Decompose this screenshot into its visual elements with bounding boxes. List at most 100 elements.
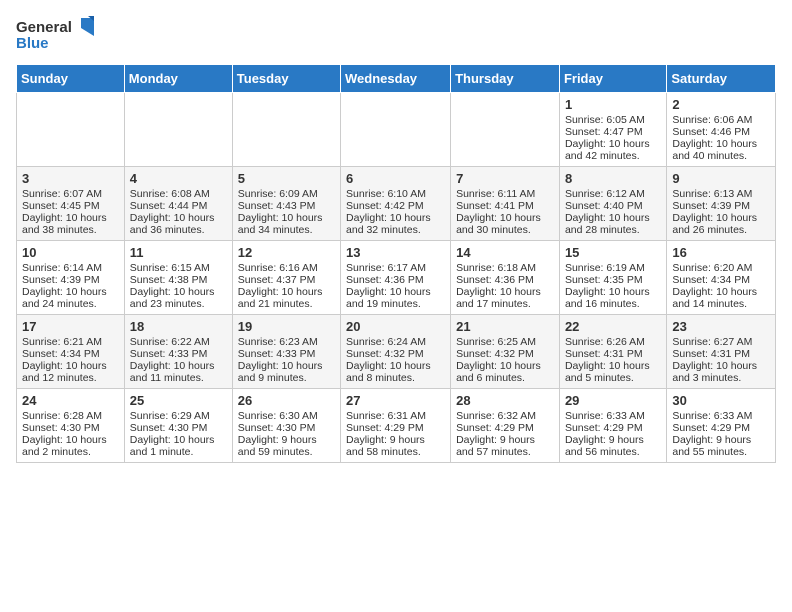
day-info: Sunset: 4:43 PM: [238, 200, 335, 212]
day-info: Daylight: 9 hours and 56 minutes.: [565, 434, 661, 458]
weekday-header-saturday: Saturday: [667, 65, 776, 93]
day-info: Daylight: 10 hours and 17 minutes.: [456, 286, 554, 310]
calendar-cell: [232, 93, 340, 167]
day-info: Sunrise: 6:06 AM: [672, 114, 770, 126]
calendar-cell: 19Sunrise: 6:23 AMSunset: 4:33 PMDayligh…: [232, 315, 340, 389]
day-info: Sunset: 4:46 PM: [672, 126, 770, 138]
day-info: Sunset: 4:39 PM: [672, 200, 770, 212]
day-info: Sunrise: 6:22 AM: [130, 336, 227, 348]
calendar-cell: 29Sunrise: 6:33 AMSunset: 4:29 PMDayligh…: [559, 389, 666, 463]
day-number: 1: [565, 97, 661, 112]
day-info: Sunset: 4:29 PM: [672, 422, 770, 434]
day-info: Sunset: 4:32 PM: [456, 348, 554, 360]
day-info: Daylight: 10 hours and 24 minutes.: [22, 286, 119, 310]
day-number: 22: [565, 319, 661, 334]
day-info: Daylight: 10 hours and 40 minutes.: [672, 138, 770, 162]
day-info: Sunset: 4:34 PM: [22, 348, 119, 360]
day-number: 4: [130, 171, 227, 186]
day-number: 11: [130, 245, 227, 260]
day-number: 18: [130, 319, 227, 334]
day-number: 13: [346, 245, 445, 260]
day-number: 6: [346, 171, 445, 186]
calendar-cell: 21Sunrise: 6:25 AMSunset: 4:32 PMDayligh…: [451, 315, 560, 389]
day-info: Sunrise: 6:28 AM: [22, 410, 119, 422]
week-row-2: 3Sunrise: 6:07 AMSunset: 4:45 PMDaylight…: [17, 167, 776, 241]
day-number: 17: [22, 319, 119, 334]
day-number: 5: [238, 171, 335, 186]
day-info: Sunset: 4:30 PM: [238, 422, 335, 434]
day-info: Sunrise: 6:23 AM: [238, 336, 335, 348]
calendar-cell: 24 Sunrise: 6:28 AMSunset: 4:30 PMDayligh…: [17, 389, 125, 463]
week-row-1: 1Sunrise: 6:05 AMSunset: 4:47 PMDaylight…: [17, 93, 776, 167]
calendar-cell: 22Sunrise: 6:26 AMSunset: 4:31 PMDayligh…: [559, 315, 666, 389]
day-info: Sunset: 4:39 PM: [22, 274, 119, 286]
calendar-cell: 23Sunrise: 6:27 AMSunset: 4:31 PMDayligh…: [667, 315, 776, 389]
calendar-cell: 4Sunrise: 6:08 AMSunset: 4:44 PMDaylight…: [124, 167, 232, 241]
day-number: 20: [346, 319, 445, 334]
day-number: 7: [456, 171, 554, 186]
calendar-cell: 16Sunrise: 6:20 AMSunset: 4:34 PMDayligh…: [667, 241, 776, 315]
day-info: Sunset: 4:29 PM: [456, 422, 554, 434]
day-number: 14: [456, 245, 554, 260]
day-number: 15: [565, 245, 661, 260]
day-info: Sunrise: 6:10 AM: [346, 188, 445, 200]
day-info: Daylight: 10 hours and 19 minutes.: [346, 286, 445, 310]
day-info: Sunrise: 6:20 AM: [672, 262, 770, 274]
day-info: Sunrise: 6:27 AM: [672, 336, 770, 348]
calendar-cell: 2Sunrise: 6:06 AMSunset: 4:46 PMDaylight…: [667, 93, 776, 167]
calendar-cell: 20 Sunrise: 6:24 AMSunset: 4:32 PMDayligh…: [341, 315, 451, 389]
day-number: 16: [672, 245, 770, 260]
day-info: Sunset: 4:31 PM: [565, 348, 661, 360]
day-info: Daylight: 10 hours and 28 minutes.: [565, 212, 661, 236]
day-info: Daylight: 10 hours and 6 minutes.: [456, 360, 554, 384]
day-info: Daylight: 10 hours and 2 minutes.: [22, 434, 119, 458]
day-info: Sunrise: 6:33 AM: [565, 410, 661, 422]
weekday-header-thursday: Thursday: [451, 65, 560, 93]
calendar-cell: 12Sunrise: 6:16 AMSunset: 4:37 PMDayligh…: [232, 241, 340, 315]
calendar-cell: 30 Sunrise: 6:33 AMSunset: 4:29 PMDayligh…: [667, 389, 776, 463]
day-info: Sunset: 4:36 PM: [346, 274, 445, 286]
day-info: Sunset: 4:31 PM: [672, 348, 770, 360]
day-number: 30: [672, 393, 770, 408]
day-info: Daylight: 9 hours and 59 minutes.: [238, 434, 335, 458]
day-info: Daylight: 10 hours and 11 minutes.: [130, 360, 227, 384]
calendar-cell: 28Sunrise: 6:32 AMSunset: 4:29 PMDayligh…: [451, 389, 560, 463]
svg-text:General: General: [16, 19, 72, 36]
day-info: Sunrise: 6:30 AM: [238, 410, 335, 422]
day-info: Daylight: 10 hours and 21 minutes.: [238, 286, 335, 310]
day-info: Sunrise: 6:33 AM: [672, 410, 770, 422]
calendar-cell: 3Sunrise: 6:07 AMSunset: 4:45 PMDaylight…: [17, 167, 125, 241]
day-info: Daylight: 9 hours and 55 minutes.: [672, 434, 770, 458]
day-info: Sunset: 4:37 PM: [238, 274, 335, 286]
day-info: Sunset: 4:32 PM: [346, 348, 445, 360]
calendar-cell: [124, 93, 232, 167]
day-number: 25: [130, 393, 227, 408]
day-number: 24: [22, 393, 119, 408]
day-info: Daylight: 9 hours and 57 minutes.: [456, 434, 554, 458]
day-info: Sunrise: 6:15 AM: [130, 262, 227, 274]
day-info: Sunset: 4:29 PM: [346, 422, 445, 434]
calendar-cell: 5Sunrise: 6:09 AMSunset: 4:43 PMDaylight…: [232, 167, 340, 241]
day-number: 3: [22, 171, 119, 186]
day-info: Sunrise: 6:29 AM: [130, 410, 227, 422]
calendar-cell: 6Sunrise: 6:10 AMSunset: 4:42 PMDaylight…: [341, 167, 451, 241]
day-info: Daylight: 10 hours and 5 minutes.: [565, 360, 661, 384]
day-number: 23: [672, 319, 770, 334]
day-info: Sunrise: 6:24 AM: [346, 336, 445, 348]
week-row-4: 17Sunrise: 6:21 AMSunset: 4:34 PMDayligh…: [17, 315, 776, 389]
generalblue-logo-svg: GeneralBlue: [16, 16, 96, 52]
day-info: Daylight: 10 hours and 38 minutes.: [22, 212, 119, 236]
day-info: Sunrise: 6:31 AM: [346, 410, 445, 422]
day-info: Sunrise: 6:09 AM: [238, 188, 335, 200]
day-info: Sunrise: 6:17 AM: [346, 262, 445, 274]
calendar-cell: 27Sunrise: 6:31 AMSunset: 4:29 PMDayligh…: [341, 389, 451, 463]
day-info: Sunset: 4:30 PM: [22, 422, 119, 434]
day-info: Daylight: 10 hours and 26 minutes.: [672, 212, 770, 236]
calendar-cell: 14Sunrise: 6:18 AMSunset: 4:36 PMDayligh…: [451, 241, 560, 315]
week-row-5: 24Sunrise: 6:28 AMSunset: 4:30 PMDayligh…: [17, 389, 776, 463]
calendar-cell: 7Sunrise: 6:11 AMSunset: 4:41 PMDaylight…: [451, 167, 560, 241]
day-info: Sunset: 4:36 PM: [456, 274, 554, 286]
day-info: Daylight: 10 hours and 36 minutes.: [130, 212, 227, 236]
day-info: Daylight: 10 hours and 8 minutes.: [346, 360, 445, 384]
calendar-cell: [451, 93, 560, 167]
